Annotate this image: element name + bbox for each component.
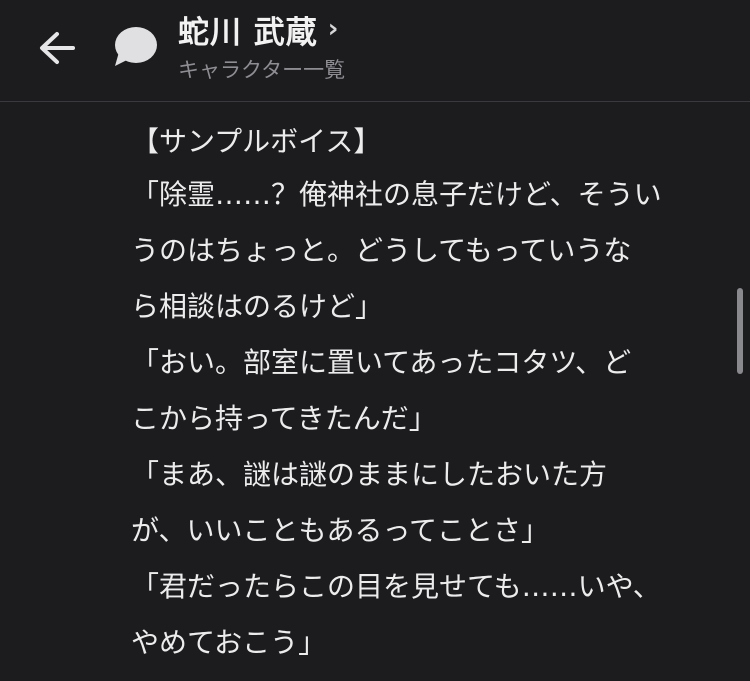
voice-line: うのはちょっと。どうしてもっていうな <box>131 234 632 267</box>
speech-bubble-icon[interactable] <box>111 24 159 70</box>
arrow-left-icon <box>40 32 75 64</box>
voice-line: ら相談はのるけど」 <box>131 290 384 323</box>
voice-line: やめておこう」 <box>131 626 327 659</box>
voice-line: こから持ってきたんだ」 <box>131 402 437 435</box>
voice-line: 「除霊……？俺神社の息子だけど、そうい <box>131 178 662 211</box>
voice-line: 「君だったらこの目を見せても……いや、 <box>131 570 661 603</box>
breadcrumb-character-list[interactable]: キャラクター一覧 <box>178 54 345 84</box>
scrollbar-thumb[interactable] <box>737 288 743 374</box>
voice-line: が、いいこともあるってことさ」 <box>131 514 550 547</box>
section-heading: 【サンプルボイス】 <box>131 125 382 158</box>
voice-line: 「まあ、謎は謎のままにしたおいた方 <box>131 458 608 491</box>
voice-line: 「おい。部室に置いてあったコタツ、ど <box>131 346 632 379</box>
chevron-right-icon: › <box>327 14 339 44</box>
sample-voice-content: 【サンプルボイス】 「除霊……？俺神社の息子だけど、そうい うのはちょっと。どう… <box>131 103 731 681</box>
page-title: 蛇川 武蔵 <box>178 14 318 51</box>
character-title-link[interactable]: 蛇川 武蔵 › <box>178 8 339 51</box>
header-bar: 蛇川 武蔵 › キャラクター一覧 <box>0 0 750 102</box>
back-button[interactable] <box>34 28 80 68</box>
